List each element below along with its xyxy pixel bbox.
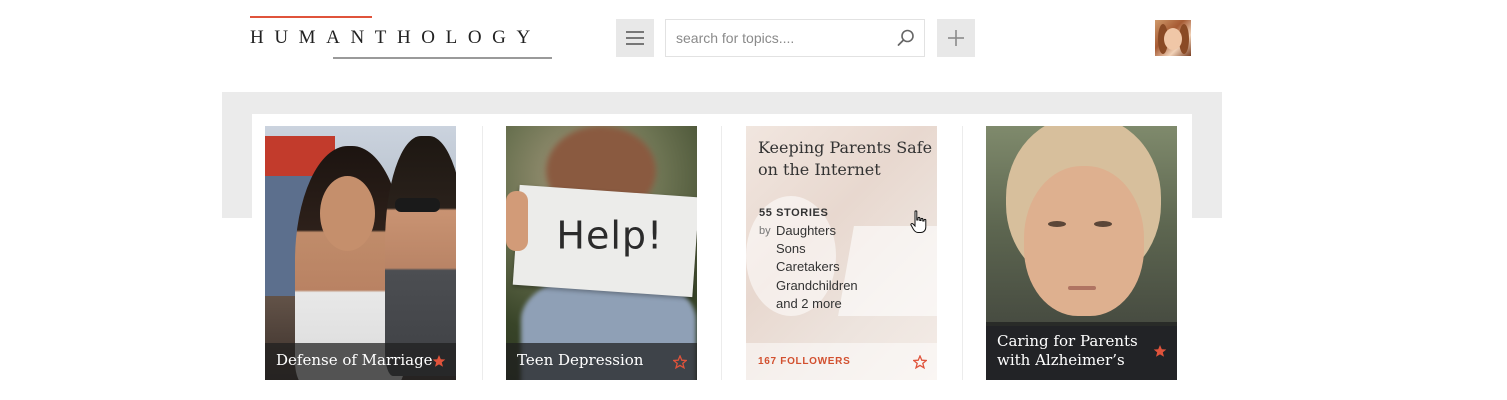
card-caption: Defense of Marriage	[265, 343, 456, 380]
card-title: Keeping Parents Safe on the Internet	[758, 138, 933, 179]
author-list: Daughters Sons Caretakers Grandchildren …	[776, 222, 858, 313]
topic-card-caring-for-parents-alzheimers[interactable]: Caring for Parents with Alzheimer’s	[986, 126, 1177, 380]
site-logo[interactable]: HUMANTHOLOGY	[250, 16, 552, 60]
card-title: Defense of Marriage	[276, 351, 433, 369]
card-caption: Caring for Parents with Alzheimer’s	[986, 322, 1177, 380]
hand-pointer-icon	[910, 210, 927, 233]
search-box	[665, 19, 925, 57]
menu-button[interactable]	[616, 19, 654, 57]
card-title: Teen Depression	[517, 351, 644, 369]
logo-underline	[333, 57, 552, 59]
author-item[interactable]: Sons	[776, 240, 858, 258]
author-item[interactable]: Daughters	[776, 222, 858, 240]
stories-count: 55 STORIES	[759, 207, 829, 219]
card-divider	[482, 126, 483, 380]
card-photo	[1024, 166, 1144, 316]
logo-text: HUMANTHOLOGY	[250, 27, 541, 48]
card-divider	[962, 126, 963, 380]
star-filled-icon[interactable]	[1153, 344, 1167, 358]
more-authors-link[interactable]: and 2 more	[776, 295, 858, 313]
card-caption: Teen Depression	[506, 343, 697, 380]
card-footer: 167 FOLLOWERS	[746, 343, 937, 380]
card-divider	[721, 126, 722, 380]
star-outline-icon[interactable]	[673, 355, 687, 369]
add-button[interactable]	[937, 19, 975, 57]
plus-icon	[948, 30, 964, 46]
search-icon[interactable]	[896, 28, 916, 48]
by-label: by	[759, 225, 771, 237]
search-input[interactable]	[676, 20, 886, 56]
star-filled-icon[interactable]	[432, 354, 446, 368]
user-avatar[interactable]	[1155, 20, 1191, 56]
topic-card-defense-of-marriage[interactable]: Defense of Marriage	[265, 126, 456, 380]
logo-accent-bar	[250, 16, 372, 18]
topic-card-teen-depression[interactable]: Help! Teen Depression	[506, 126, 697, 380]
card-photo: Help!	[512, 184, 697, 298]
author-item[interactable]: Caretakers	[776, 258, 858, 276]
paper-sign-text: Help!	[556, 213, 664, 258]
topic-card-keeping-parents-safe[interactable]: Keeping Parents Safe on the Internet 55 …	[746, 126, 937, 380]
hamburger-icon	[626, 31, 644, 33]
star-outline-icon[interactable]	[913, 355, 927, 369]
card-title: Caring for Parents with Alzheimer’s	[997, 332, 1138, 369]
author-item[interactable]: Grandchildren	[776, 277, 858, 295]
followers-count: 167 FOLLOWERS	[758, 356, 851, 367]
